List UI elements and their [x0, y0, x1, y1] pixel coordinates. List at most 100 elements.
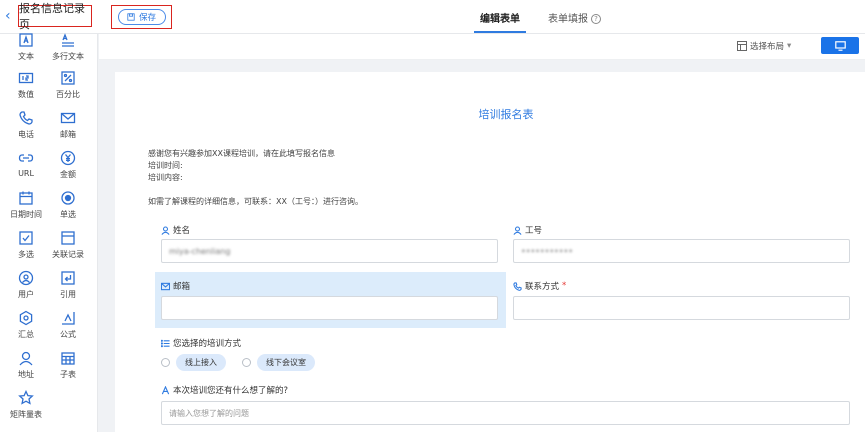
- component-checkbox[interactable]: 多选: [4, 230, 48, 260]
- percent-icon: [61, 71, 75, 85]
- number-icon: [18, 72, 34, 84]
- phone-icon: [19, 111, 33, 125]
- save-button-label: 保存: [138, 13, 156, 23]
- currency-icon: [60, 150, 76, 166]
- component-reference[interactable]: 引用: [46, 270, 90, 300]
- question-input-placeholder: 请输入您想了解的问题: [169, 408, 249, 418]
- layout-select-label: 选择布局: [750, 42, 785, 52]
- help-icon[interactable]: ?: [591, 14, 601, 24]
- option-online[interactable]: 线上接入: [176, 354, 226, 371]
- description-line: 如需了解课程的详细信息，可联系：XX（工号：）进行咨询。: [148, 197, 363, 206]
- text-icon: [161, 385, 170, 394]
- tab-fill-form[interactable]: 表单填报?: [548, 10, 601, 25]
- question-input[interactable]: 请输入您想了解的问题: [161, 401, 850, 425]
- layout-select[interactable]: 选择布局 ▾: [737, 40, 791, 52]
- component-currency[interactable]: 金额: [46, 150, 90, 180]
- formula-icon: [62, 312, 75, 325]
- layout-toolbar: 选择布局 ▾: [99, 34, 865, 60]
- component-relation[interactable]: 关联记录: [46, 230, 90, 260]
- component-label: URL: [18, 169, 34, 178]
- save-icon: [127, 13, 135, 21]
- training-mode-label-text: 您选择的培训方式: [173, 339, 242, 349]
- component-multiline-text[interactable]: 多行文本: [46, 32, 90, 62]
- chevron-left-icon[interactable]: ‹: [5, 8, 17, 24]
- email-input[interactable]: [161, 296, 498, 320]
- desktop-icon: [834, 40, 846, 51]
- relation-icon: [61, 231, 75, 245]
- multiline-text-icon: [62, 33, 74, 47]
- component-label: 公式: [60, 330, 76, 339]
- employee-id-input-value: •••••••••••: [521, 246, 573, 256]
- radio-online[interactable]: [161, 358, 170, 367]
- name-input-value: miya-chenliang: [169, 246, 231, 256]
- component-sidebar: 文本 多行文本 数值 百分比 电话 邮箱 URL 金额 日期时间 单选 多选 关…: [0, 32, 98, 432]
- component-matrix-scale[interactable]: 矩阵量表: [2, 390, 50, 420]
- radio-offline[interactable]: [242, 358, 251, 367]
- save-highlight-box: 保存: [111, 5, 172, 29]
- text-icon: [19, 33, 33, 47]
- chevron-down-icon: ▾: [787, 41, 792, 51]
- component-label: 电话: [18, 130, 34, 139]
- component-user[interactable]: 用户: [4, 270, 48, 300]
- contact-input[interactable]: [513, 296, 850, 320]
- component-radio[interactable]: 单选: [46, 190, 90, 220]
- component-number[interactable]: 数值: [4, 70, 48, 100]
- component-subtable[interactable]: 子表: [46, 350, 90, 380]
- component-label: 金额: [60, 170, 76, 179]
- layout-icon: [737, 41, 747, 51]
- component-label: 文本: [18, 52, 34, 61]
- list-icon: [161, 339, 170, 347]
- component-url[interactable]: URL: [4, 150, 48, 178]
- component-label: 矩阵量表: [10, 410, 42, 419]
- component-formula[interactable]: 公式: [46, 310, 90, 340]
- page-title: 报名信息记录页: [18, 2, 92, 31]
- tab-fill-form-label: 表单填报: [548, 14, 588, 25]
- save-button[interactable]: 保存: [117, 9, 166, 25]
- checkbox-icon: [19, 231, 33, 245]
- employee-id-label-text: 工号: [525, 226, 543, 236]
- employee-id-input[interactable]: •••••••••••: [513, 239, 850, 263]
- matrix-scale-icon: [18, 390, 34, 405]
- description-line: 培训时间:: [148, 161, 183, 170]
- description-line: 感谢您有兴趣参加XX课程培训，请在此填写报名信息: [148, 149, 335, 158]
- component-phone[interactable]: 电话: [4, 110, 48, 140]
- training-mode-field-label: 您选择的培训方式: [161, 337, 241, 349]
- employee-id-field-label: 工号: [513, 224, 542, 236]
- name-input[interactable]: miya-chenliang: [161, 239, 498, 263]
- component-label: 单选: [60, 210, 76, 219]
- user-icon: [18, 270, 34, 286]
- phone-icon: [513, 281, 522, 291]
- question-field-label: 本次培训您还有什么想了解的?: [161, 384, 288, 396]
- address-icon: [19, 351, 33, 366]
- component-address[interactable]: 地址: [4, 350, 48, 380]
- desktop-preview-button[interactable]: [821, 37, 859, 54]
- link-icon: [18, 154, 34, 162]
- training-mode-options: 线上接入 线下会议室: [161, 354, 325, 371]
- component-label: 关联记录: [52, 250, 84, 259]
- name-field-label: 姓名: [161, 224, 190, 236]
- email-field-label: 邮箱: [161, 280, 190, 292]
- summary-icon: [19, 310, 33, 326]
- tab-edit-form[interactable]: 编辑表单: [480, 10, 520, 25]
- option-offline[interactable]: 线下会议室: [257, 354, 315, 371]
- mail-icon: [60, 112, 76, 124]
- component-summary[interactable]: 汇总: [4, 310, 48, 340]
- user-icon: [513, 225, 522, 235]
- email-label-text: 邮箱: [173, 282, 191, 292]
- component-text[interactable]: 文本: [4, 32, 48, 62]
- user-icon: [161, 225, 170, 235]
- component-label: 百分比: [56, 90, 80, 99]
- component-mail[interactable]: 邮箱: [46, 110, 90, 140]
- form-description: 感谢您有兴趣参加XX课程培训，请在此填写报名信息 培训时间: 培训内容: 如需了…: [148, 148, 363, 208]
- description-line: 培训内容:: [148, 173, 183, 182]
- component-label: 子表: [60, 370, 76, 379]
- reference-icon: [61, 271, 75, 285]
- form-canvas: 培训报名表 感谢您有兴趣参加XX课程培训，请在此填写报名信息 培训时间: 培训内…: [115, 72, 865, 432]
- component-label: 地址: [18, 370, 34, 379]
- component-datetime[interactable]: 日期时间: [4, 190, 48, 220]
- component-label: 日期时间: [10, 210, 42, 219]
- description-line: [148, 184, 363, 196]
- question-label-text: 本次培训您还有什么想了解的?: [173, 386, 289, 396]
- component-label: 引用: [60, 290, 76, 299]
- component-percent[interactable]: 百分比: [46, 70, 90, 100]
